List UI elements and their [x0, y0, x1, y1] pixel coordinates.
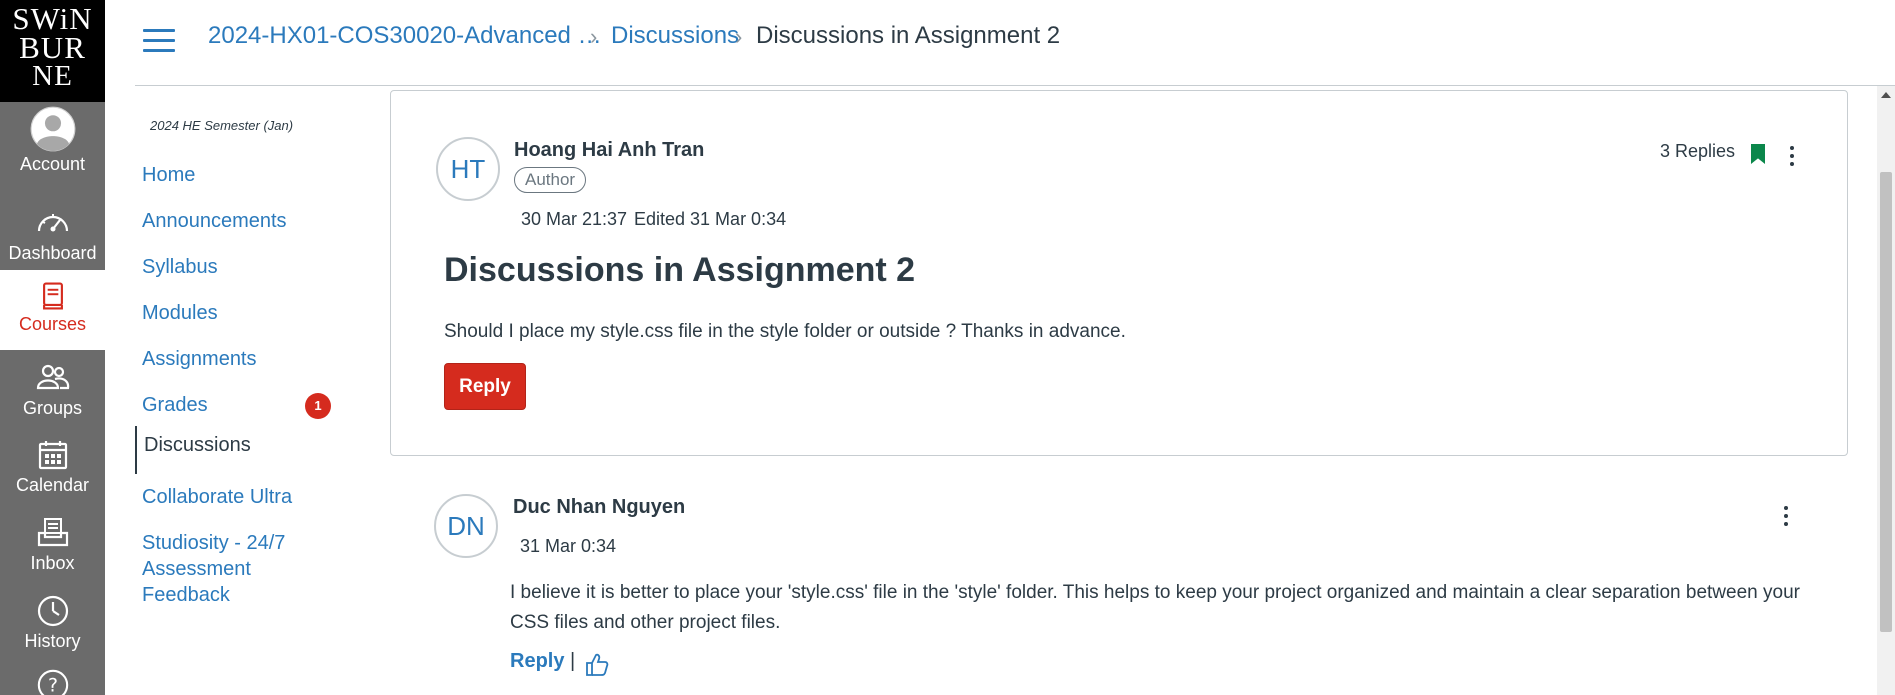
breadcrumb-discussions[interactable]: Discussions	[611, 22, 739, 50]
post-body: Should I place my style.css file in the …	[444, 321, 1126, 342]
global-nav-calendar[interactable]: Calendar	[0, 437, 105, 515]
post-options-kebab-icon[interactable]	[1790, 146, 1796, 168]
page-scrollbar[interactable]	[1877, 86, 1895, 695]
global-nav-groups[interactable]: Groups	[0, 360, 105, 438]
reply-date: 31 Mar 0:34	[520, 536, 617, 556]
course-term: 2024 HE Semester (Jan)	[150, 118, 294, 133]
reply-entry: DN Duc Nhan Nguyen 31 Mar 0:34 I believe…	[390, 470, 1848, 695]
inbox-icon	[37, 518, 68, 547]
global-nav-label: Courses	[18, 314, 87, 334]
global-nav-history[interactable]: History	[0, 593, 105, 671]
breadcrumb-separator-icon: ›	[735, 24, 743, 49]
post-title: Discussions in Assignment 2	[444, 251, 916, 289]
global-nav-label: Account	[19, 154, 86, 174]
swinburne-logo[interactable]: SWiN BUR NE	[0, 0, 105, 102]
author-name[interactable]: Hoang Hai Anh Tran	[514, 139, 704, 162]
history-icon	[37, 595, 68, 627]
global-nav: SWiN BUR NE Account Dashboard Courses Gr…	[0, 0, 105, 695]
breadcrumb-separator-icon: ›	[590, 24, 598, 49]
grades-count-badge: 1	[305, 393, 331, 419]
reply-body: I believe it is better to place your 'st…	[510, 582, 1800, 633]
global-nav-help[interactable]: ?	[0, 668, 105, 695]
course-nav-announcements[interactable]: Announcements	[142, 208, 287, 234]
course-nav-grades[interactable]: Grades	[142, 392, 208, 418]
global-nav-inbox[interactable]: Inbox	[0, 515, 105, 593]
groups-icon	[36, 364, 69, 390]
reply-link[interactable]: Reply	[510, 650, 564, 673]
reply-author-name[interactable]: Duc Nhan Nguyen	[513, 496, 685, 519]
course-nav-assignments[interactable]: Assignments	[142, 346, 257, 372]
hamburger-menu-icon[interactable]	[143, 29, 175, 55]
replies-count: 3 Replies	[1660, 141, 1736, 161]
reply-button[interactable]: Reply	[444, 363, 526, 410]
logo-line: NE	[32, 60, 73, 92]
logo-line: BUR	[19, 30, 86, 65]
global-nav-account[interactable]: Account	[0, 106, 105, 184]
author-avatar[interactable]: HT	[436, 137, 500, 201]
discussion-topic: HT Hoang Hai Anh Tran Author 30 Mar 21:3…	[390, 90, 1848, 456]
scroll-up-arrow-icon[interactable]	[1881, 92, 1891, 98]
course-nav-modules[interactable]: Modules	[142, 300, 218, 326]
global-nav-label: Inbox	[30, 553, 75, 573]
course-nav-discussions[interactable]: Discussions	[135, 426, 251, 474]
dashboard-icon	[37, 214, 68, 232]
post-edited-date: Edited 31 Mar 0:34	[634, 209, 787, 229]
post-date: 30 Mar 21:37	[521, 209, 628, 229]
author-role-pill: Author	[514, 167, 587, 193]
account-icon	[30, 106, 75, 152]
bookmark-icon[interactable]	[1751, 144, 1765, 164]
reply-author-avatar[interactable]: DN	[434, 494, 498, 558]
global-nav-courses[interactable]: Courses	[0, 270, 105, 350]
course-nav-syllabus[interactable]: Syllabus	[142, 254, 218, 280]
calendar-icon	[38, 441, 67, 470]
reply-options-kebab-icon[interactable]	[1784, 506, 1790, 528]
help-icon: ?	[37, 669, 68, 695]
course-nav-collaborate-ultra[interactable]: Collaborate Ultra	[142, 484, 292, 510]
breadcrumb-course[interactable]: 2024-HX01-COS30020-Advanced …	[208, 22, 602, 50]
course-nav: 2024 HE Semester (Jan) Home Announcement…	[135, 86, 375, 695]
top-bar: 2024-HX01-COS30020-Advanced … › Discussi…	[135, 0, 1895, 86]
scrollbar-thumb[interactable]	[1880, 172, 1892, 632]
logo-line: SWiN	[12, 1, 93, 36]
global-nav-label: Calendar	[15, 475, 90, 495]
svg-text:?: ?	[47, 675, 57, 695]
global-nav-label: History	[24, 631, 81, 651]
breadcrumb-current: Discussions in Assignment 2	[756, 22, 1061, 49]
global-nav-label: Groups	[22, 398, 83, 418]
course-nav-studiosity[interactable]: Studiosity - 24/7 Assessment Feedback	[142, 530, 312, 608]
like-icon[interactable]	[584, 652, 610, 678]
courses-icon	[42, 282, 63, 310]
course-nav-home[interactable]: Home	[142, 162, 195, 188]
global-nav-label: Dashboard	[8, 243, 97, 263]
reply-action-separator: |	[570, 650, 576, 672]
